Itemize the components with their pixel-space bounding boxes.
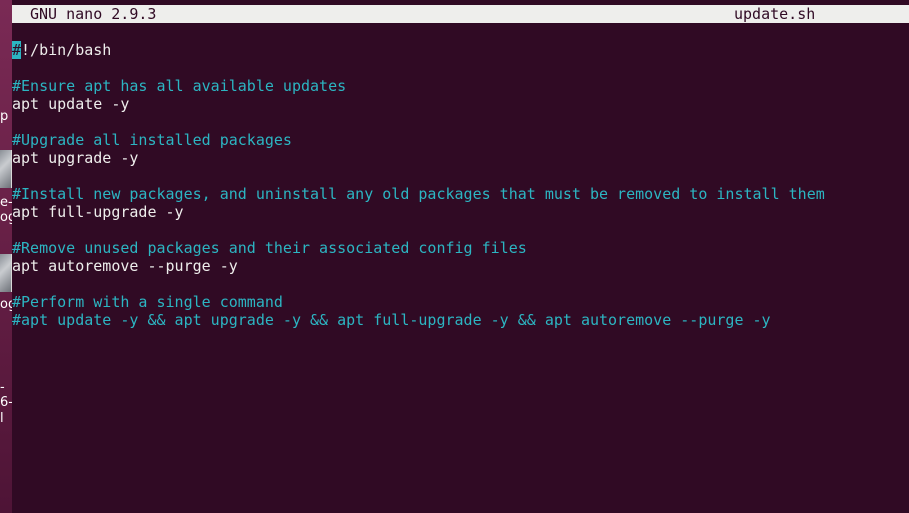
code-line[interactable]: apt update -y bbox=[12, 95, 909, 113]
comment-line[interactable]: #Install new packages, and uninstall any… bbox=[12, 185, 909, 203]
desktop-label-fragment[interactable]: 6- bbox=[0, 396, 12, 410]
comment-line[interactable]: #Perform with a single command bbox=[12, 293, 909, 311]
desktop-label-fragment[interactable]: - bbox=[0, 381, 5, 395]
text-cursor: # bbox=[12, 41, 22, 59]
code-line[interactable]: apt full-upgrade -y bbox=[12, 203, 909, 221]
code-line[interactable]: apt upgrade -y bbox=[12, 149, 909, 167]
desktop-file-thumbnail[interactable] bbox=[0, 254, 12, 292]
code-line[interactable]: #!/bin/bash bbox=[12, 41, 909, 59]
comment-line[interactable]: #apt update -y && apt upgrade -y && apt … bbox=[12, 311, 909, 329]
desktop-label-fragment[interactable]: l bbox=[0, 412, 4, 426]
desktop-label-fragment[interactable]: og bbox=[0, 298, 12, 312]
code-line[interactable]: apt autoremove --purge -y bbox=[12, 257, 909, 275]
empty-line[interactable] bbox=[12, 113, 909, 131]
comment-line[interactable]: #Ensure apt has all available updates bbox=[12, 77, 909, 95]
empty-line[interactable] bbox=[12, 59, 909, 77]
nano-version-label: GNU nano 2.9.3 bbox=[30, 5, 157, 23]
empty-line[interactable] bbox=[12, 275, 909, 293]
nano-title-bar: GNU nano 2.9.3 update.sh bbox=[12, 5, 909, 23]
desktop-file-thumbnail[interactable] bbox=[0, 150, 12, 188]
desktop-label-fragment[interactable]: p bbox=[0, 110, 8, 124]
desktop-background-strip: p e- og og - 6- l bbox=[0, 0, 12, 513]
desktop-label-fragment[interactable]: og bbox=[0, 211, 12, 225]
empty-line[interactable] bbox=[12, 167, 909, 185]
terminal-window[interactable]: GNU nano 2.9.3 update.sh #!/bin/bash #Ens… bbox=[12, 0, 909, 513]
desktop-label-fragment[interactable]: e- bbox=[0, 196, 12, 210]
editor-text-area[interactable]: #!/bin/bash #Ensure apt has all available… bbox=[12, 41, 909, 329]
filename-label: update.sh bbox=[734, 5, 816, 23]
empty-line[interactable] bbox=[12, 221, 909, 239]
line-text: !/bin/bash bbox=[21, 41, 112, 59]
comment-line[interactable]: #Remove unused packages and their associ… bbox=[12, 239, 909, 257]
comment-line[interactable]: #Upgrade all installed packages bbox=[12, 131, 909, 149]
